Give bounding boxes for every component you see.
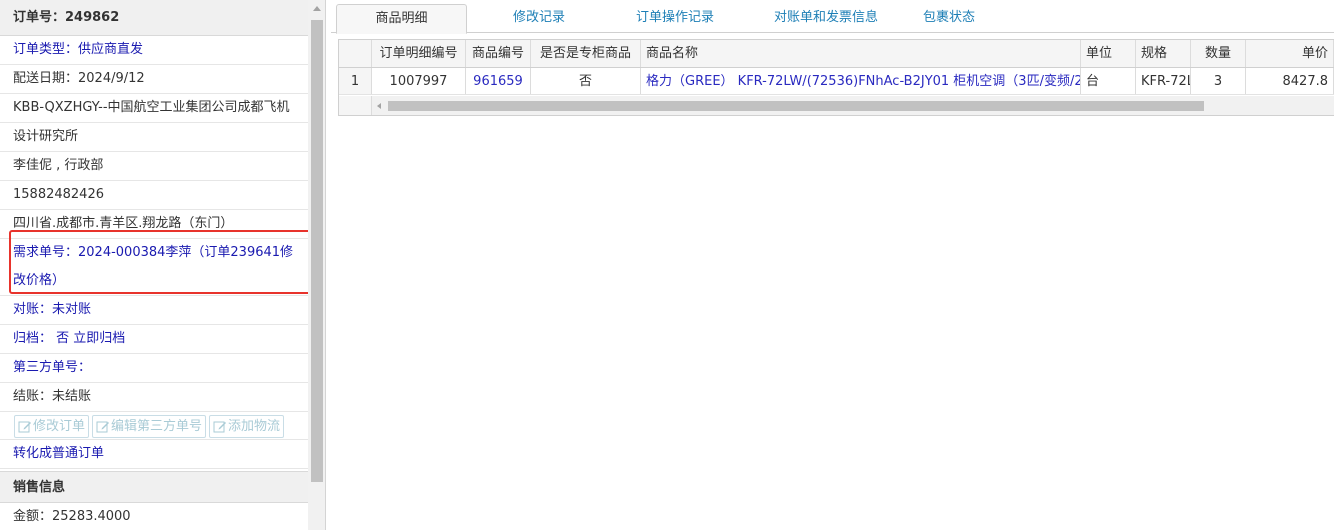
header-unit[interactable]: 单位 — [1081, 40, 1136, 67]
scroll-left-icon[interactable] — [377, 103, 381, 109]
header-detail-id[interactable]: 订单明细编号 — [372, 40, 466, 67]
add-logistics-label: 添加物流 — [228, 419, 281, 434]
delivery-date: 配送日期：2024/9/12 — [0, 65, 308, 94]
header-price[interactable]: 单价 — [1246, 40, 1334, 67]
edit-icon — [18, 421, 31, 432]
third-party-number[interactable]: 第三方单号： — [0, 354, 308, 383]
tab-statement-invoice[interactable]: 对账单和发票信息 — [751, 4, 901, 33]
contact-person: 李佳伲 , 行政部 — [0, 152, 308, 181]
cell-qty: 3 — [1191, 68, 1246, 94]
archive-status[interactable]: 归档： 否 立即归档 — [0, 325, 308, 354]
customer-org-line2: 设计研究所 — [0, 123, 308, 152]
demand-number[interactable]: 需求单号：2024-000384李萍（订单239641修改价格） — [0, 239, 308, 296]
grid-horizontal-scrollbar[interactable] — [339, 96, 1334, 115]
grid-header: 订单明细编号 商品编号 是否是专柜商品 商品名称 单位 规格 数量 单价 — [339, 40, 1334, 68]
horizontal-scroll-thumb[interactable] — [388, 101, 1204, 111]
header-qty[interactable]: 数量 — [1191, 40, 1246, 67]
header-product-name[interactable]: 商品名称 — [641, 40, 1081, 67]
edit-third-party-button[interactable]: 编辑第三方单号 — [92, 415, 207, 438]
order-action-buttons: 修改订单 编辑第三方单号 添加物流 — [0, 412, 308, 440]
header-rownum — [339, 40, 372, 67]
header-spec[interactable]: 规格 — [1136, 40, 1191, 67]
cell-detail-id: 1007997 — [372, 68, 466, 94]
customer-org-line1: KBB-QXZHGY--中国航空工业集团公司成都飞机 — [0, 94, 308, 123]
sales-info-header: 销售信息 — [0, 471, 308, 503]
delivery-address: 四川省.成都市.青羊区.翔龙路（东门） — [0, 210, 308, 239]
cell-product-id[interactable]: 961659 — [466, 68, 531, 94]
cell-spec: KFR-72L — [1136, 68, 1191, 94]
edit-icon — [96, 421, 110, 432]
order-info-panel: 订单号：249862 订单类型：供应商直发 配送日期：2024/9/12 KBB… — [0, 0, 326, 530]
cell-unit: 台 — [1081, 68, 1136, 94]
scroll-up-icon[interactable] — [313, 6, 321, 11]
header-product-id[interactable]: 商品编号 — [466, 40, 531, 67]
add-logistics-button[interactable]: 添加物流 — [209, 415, 285, 438]
edit-third-party-label: 编辑第三方单号 — [111, 419, 203, 434]
order-number-header: 订单号：249862 — [0, 0, 308, 36]
cell-product-name[interactable]: 格力（GREE） KFR-72LW/(72536)FNhAc-B2JY01 柜机… — [641, 68, 1081, 94]
header-counter[interactable]: 是否是专柜商品 — [531, 40, 641, 67]
reconcile-status[interactable]: 对账：未对账 — [0, 296, 308, 325]
contact-phone: 15882482426 — [0, 181, 308, 210]
tab-product-detail[interactable]: 商品明细 — [336, 4, 467, 34]
edit-icon — [213, 421, 227, 432]
tab-order-operation-records[interactable]: 订单操作记录 — [623, 4, 727, 33]
settle-status: 结账：未结账 — [0, 383, 308, 412]
cell-price: 8427.8 — [1246, 68, 1334, 94]
tab-package-status[interactable]: 包裹状态 — [911, 4, 987, 33]
detail-panel: 商品明细 修改记录 订单操作记录 对账单和发票信息 包裹状态 订单明细编号 商品… — [331, 0, 1334, 530]
convert-to-normal-order-link[interactable]: 转化成普通订单 — [0, 440, 308, 469]
detail-tabs: 商品明细 修改记录 订单操作记录 对账单和发票信息 包裹状态 — [331, 0, 1334, 34]
left-panel-scrollbar[interactable] — [308, 0, 325, 530]
sales-amount: 金额：25283.4000 — [0, 503, 308, 530]
cell-counter: 否 — [531, 68, 641, 94]
scroll-gutter — [339, 96, 372, 115]
edit-order-button[interactable]: 修改订单 — [14, 415, 90, 438]
table-row[interactable]: 1 1007997 961659 否 格力（GREE） KFR-72LW/(72… — [339, 68, 1334, 95]
tab-modify-records[interactable]: 修改记录 — [497, 4, 581, 33]
row-number: 1 — [339, 68, 372, 94]
order-type: 订单类型：供应商直发 — [0, 36, 308, 65]
edit-order-label: 修改订单 — [33, 419, 86, 434]
product-grid: 订单明细编号 商品编号 是否是专柜商品 商品名称 单位 规格 数量 单价 1 1… — [338, 39, 1334, 116]
scroll-thumb[interactable] — [311, 20, 323, 482]
